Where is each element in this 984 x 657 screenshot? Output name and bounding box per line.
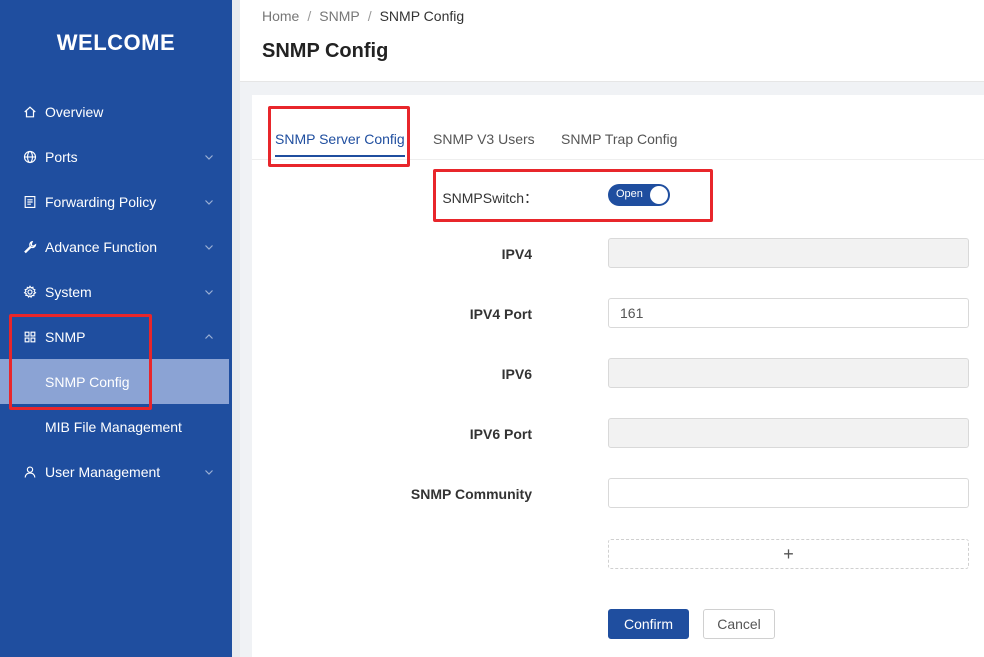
sidebar-item-overview[interactable]: Overview — [0, 89, 232, 134]
document-icon — [22, 194, 38, 210]
tab-snmp-v3-users[interactable]: SNMP V3 Users — [433, 131, 535, 157]
home-icon — [22, 104, 38, 120]
sidebar: WELCOME Overview Ports Forwarding Policy — [0, 0, 232, 657]
chevron-down-icon — [205, 154, 213, 160]
sidebar-item-label: Ports — [45, 148, 78, 165]
switch-text: Open — [616, 188, 643, 200]
sidebar-subitem-snmp-config[interactable]: SNMP Config — [0, 359, 229, 404]
ipv4-port-input[interactable] — [608, 298, 969, 328]
switch-knob — [650, 186, 668, 204]
page-header: Home / SNMP / SNMP Config SNMP Config — [240, 0, 984, 82]
ipv6-port-input[interactable] — [608, 418, 969, 448]
tab-snmp-trap-config[interactable]: SNMP Trap Config — [561, 131, 677, 157]
sidebar-item-label: SNMP — [45, 328, 86, 345]
user-icon — [22, 464, 38, 480]
chevron-up-icon — [205, 333, 213, 339]
sidebar-item-snmp[interactable]: SNMP — [0, 314, 232, 359]
snmp-switch-toggle[interactable]: Open — [608, 184, 670, 206]
sidebar-title: WELCOME — [56, 30, 176, 55]
breadcrumb-snmp[interactable]: SNMP — [319, 8, 359, 24]
add-community-button[interactable]: + — [608, 539, 969, 569]
chevron-down-icon — [205, 289, 213, 295]
sidebar-item-forwarding-policy[interactable]: Forwarding Policy — [0, 179, 232, 224]
sidebar-item-label: Forwarding Policy — [45, 193, 157, 210]
ipv6-input[interactable] — [608, 358, 969, 388]
snmp-community-label: SNMP Community — [410, 486, 532, 502]
ipv6-label: IPV6 — [501, 366, 532, 382]
sidebar-item-user-management[interactable]: User Management — [0, 449, 232, 494]
sidebar-item-label: User Management — [45, 463, 161, 480]
form-row-ipv4-port: IPV4 Port — [252, 298, 984, 330]
page-title: SNMP Config — [262, 40, 389, 62]
sidebar-subitem-mib-file-management[interactable]: MIB File Management — [0, 404, 232, 449]
sidebar-divider — [232, 0, 240, 657]
sidebar-menu: Overview Ports Forwarding Policy Advance… — [0, 89, 232, 494]
sidebar-subitem-label: MIB File Management — [45, 418, 182, 435]
form-row-snmp-community: SNMP Community — [252, 478, 984, 510]
globe-icon — [22, 149, 38, 165]
ipv4-label: IPV4 — [501, 246, 532, 262]
sidebar-item-system[interactable]: System — [0, 269, 232, 314]
ipv6-port-label: IPV6 Port — [469, 426, 532, 442]
chevron-down-icon — [205, 244, 213, 250]
sidebar-item-ports[interactable]: Ports — [0, 134, 232, 179]
tab-snmp-server-config[interactable]: SNMP Server Config — [275, 131, 405, 157]
grid-icon — [22, 329, 38, 345]
tab-bar: SNMP Server Config SNMP V3 Users SNMP Tr… — [252, 95, 984, 160]
form-row-snmp-switch: SNMPSwitch： Open — [252, 183, 984, 215]
wrench-icon — [22, 239, 38, 255]
sidebar-item-advance-function[interactable]: Advance Function — [0, 224, 232, 269]
sidebar-item-label: Advance Function — [45, 238, 158, 255]
ipv4-port-label: IPV4 Port — [469, 306, 532, 322]
breadcrumb-separator: / — [307, 8, 312, 24]
breadcrumb-home[interactable]: Home — [262, 8, 299, 24]
gear-icon — [22, 284, 38, 300]
confirm-button[interactable]: Confirm — [608, 609, 689, 639]
snmp-community-input[interactable] — [608, 478, 969, 508]
breadcrumb: Home / SNMP / SNMP Config — [262, 8, 464, 24]
form-row-ipv6: IPV6 — [252, 358, 984, 390]
breadcrumb-separator: / — [367, 8, 372, 24]
ipv4-input[interactable] — [608, 238, 969, 268]
sidebar-subitem-label: SNMP Config — [45, 373, 130, 390]
plus-icon: + — [783, 543, 794, 564]
chevron-down-icon — [205, 469, 213, 475]
cancel-button[interactable]: Cancel — [703, 609, 775, 639]
breadcrumb-current: SNMP Config — [379, 8, 465, 24]
snmp-switch-label: SNMPSwitch： — [442, 190, 538, 206]
sidebar-item-label: Overview — [45, 103, 104, 120]
sidebar-item-label: System — [45, 283, 92, 300]
content-panel: SNMP Server Config SNMP V3 Users SNMP Tr… — [252, 95, 984, 657]
chevron-down-icon — [205, 199, 213, 205]
form-row-ipv4: IPV4 — [252, 238, 984, 270]
form-row-ipv6-port: IPV6 Port — [252, 418, 984, 450]
